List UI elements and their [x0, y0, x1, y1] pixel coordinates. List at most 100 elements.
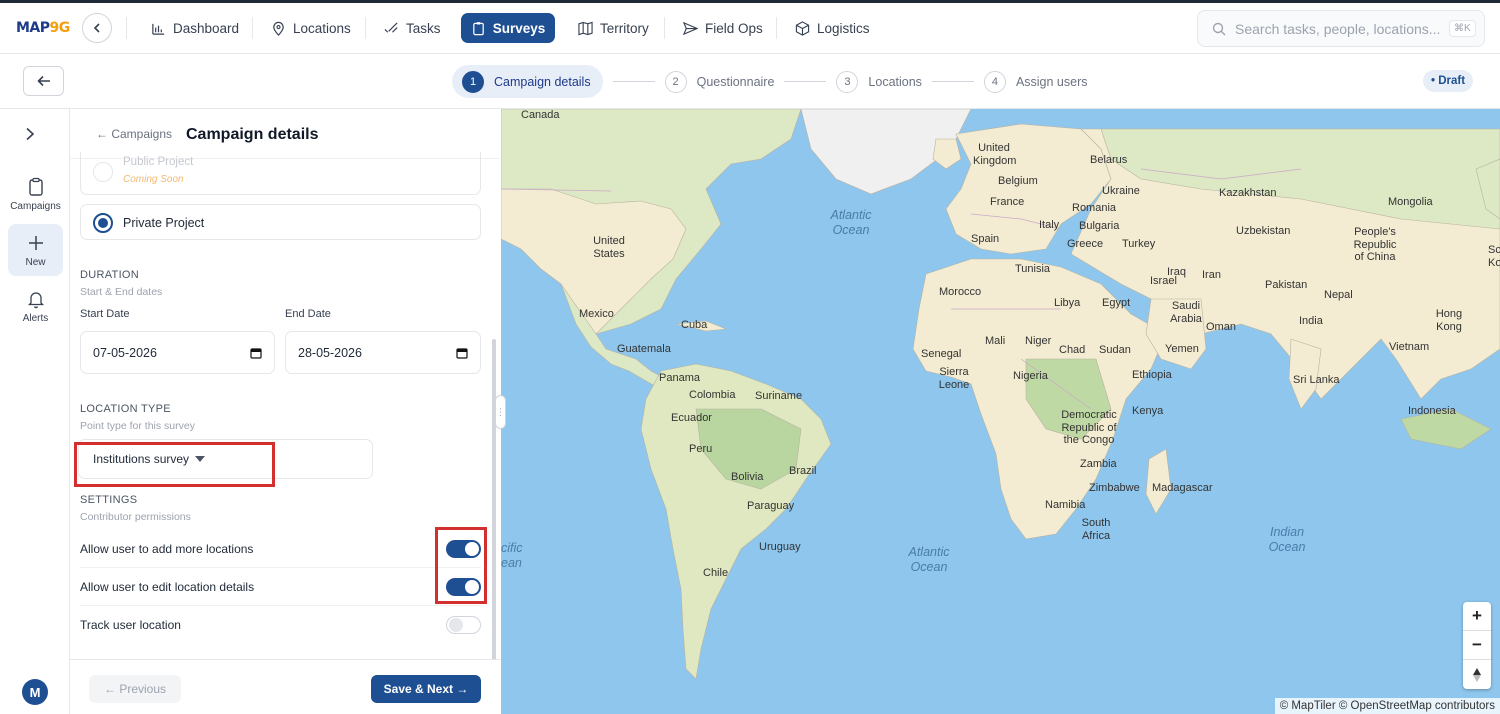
zoom-in-button[interactable]: + — [1463, 602, 1491, 631]
map-label: Ecuador — [671, 412, 712, 424]
map-label: Mali — [985, 335, 1006, 347]
nav-tasks[interactable]: Tasks — [376, 13, 449, 43]
ocean-label: cific ean — [501, 541, 523, 570]
map-label: Sierra Leone — [938, 366, 970, 391]
map-label: Israel — [1150, 275, 1177, 287]
rail-campaigns[interactable]: Campaigns — [8, 168, 63, 220]
map-label: Uzbekistan — [1236, 225, 1291, 237]
send-icon — [683, 21, 698, 35]
setting-label-track-location: Track user location — [80, 618, 181, 632]
map-label: Sudan — [1099, 344, 1131, 356]
map-icon — [578, 21, 593, 35]
map-label: Nigeria — [1013, 370, 1048, 382]
check-icon — [384, 21, 398, 33]
expand-rail-button[interactable] — [24, 127, 36, 146]
divider — [80, 567, 481, 568]
map-label: Niger — [1025, 335, 1052, 347]
campaign-form-panel: ← Campaigns Campaign details Public Proj… — [70, 109, 500, 714]
map-label: India — [1299, 315, 1323, 327]
toggle-track-location[interactable] — [446, 616, 481, 634]
duration-heading: DURATION — [80, 269, 140, 281]
world-map[interactable]: Canada United Kingdom Belarus Belgium Uk… — [501, 109, 1500, 714]
map-label: Colombia — [689, 389, 736, 401]
rail-new[interactable]: New — [8, 224, 63, 276]
map-label: Belarus — [1090, 154, 1128, 166]
map-attribution[interactable]: © MapTiler © OpenStreetMap contributors — [1274, 698, 1500, 714]
map-label: Nepal — [1324, 289, 1353, 301]
map-zoom-controls: + − — [1463, 602, 1491, 689]
nav-divider — [126, 17, 127, 39]
start-date-label: Start Date — [80, 308, 130, 320]
highlight-box-toggles — [435, 527, 487, 604]
global-search[interactable]: ⌘K — [1197, 10, 1485, 47]
private-project-option[interactable]: Private Project — [80, 204, 481, 240]
map-label: Chile — [703, 567, 729, 579]
start-date-field[interactable]: 07-05-2026 — [80, 331, 275, 374]
status-badge: • Draft — [1423, 70, 1474, 92]
step-campaign-details[interactable]: 1 Campaign details — [452, 65, 603, 98]
setting-label-edit-locations: Allow user to edit location details — [80, 580, 255, 594]
nav-territory[interactable]: Territory — [570, 13, 657, 43]
nav-locations[interactable]: Locations — [263, 13, 359, 43]
panel-resize-handle[interactable]: ⋮ — [495, 395, 506, 429]
location-type-subtitle: Point type for this survey — [80, 420, 195, 432]
map-label: Romania — [1072, 202, 1117, 214]
step-questionnaire[interactable]: 2 Questionnaire — [664, 65, 774, 98]
duration-subtitle: Start & End dates — [80, 286, 163, 298]
nav-surveys[interactable]: Surveys — [461, 13, 555, 43]
public-project-option[interactable]: Public Project Coming Soon — [80, 152, 481, 195]
calendar-icon[interactable] — [250, 347, 262, 359]
map-label: Panama — [659, 372, 700, 384]
search-input[interactable] — [1235, 20, 1440, 37]
map-label: Cuba — [681, 319, 708, 331]
map-label: Zimbabwe — [1089, 482, 1140, 494]
nav-dashboard[interactable]: Dashboard — [143, 13, 247, 43]
map-label: Iran — [1202, 269, 1221, 281]
bar-chart-icon — [152, 23, 165, 35]
settings-subtitle: Contributor permissions — [80, 511, 191, 523]
map-label: United Kingdom — [973, 142, 1017, 167]
nav-field-ops[interactable]: Field Ops — [675, 13, 771, 43]
panel-scrollbar[interactable] — [492, 339, 496, 664]
map-label: Uruguay — [759, 541, 801, 553]
zoom-out-button[interactable]: − — [1463, 631, 1491, 660]
map-label: Suriname — [755, 390, 803, 402]
app-logo[interactable]: MAP9G — [16, 20, 70, 36]
map-label: Peru — [689, 443, 713, 455]
back-to-campaigns-link[interactable]: ← Campaigns — [96, 127, 172, 141]
compass-reset-button[interactable] — [1463, 660, 1491, 689]
radio-button[interactable] — [93, 162, 113, 182]
end-date-field[interactable]: 28-05-2026 — [285, 331, 481, 374]
nav-divider — [365, 17, 366, 39]
back-button[interactable] — [23, 66, 64, 96]
map-label: Greece — [1067, 238, 1104, 250]
search-icon — [1212, 22, 1226, 35]
avatar[interactable]: M — [22, 679, 48, 705]
save-next-button[interactable]: Save & Next → — [371, 675, 481, 703]
map-label: Ukraine — [1102, 185, 1140, 197]
top-navbar: MAP9G Dashboard Locations Tasks Surveys … — [0, 0, 1500, 54]
map-label: Sri Lanka — [1293, 374, 1340, 386]
calendar-icon[interactable] — [456, 347, 468, 359]
nav-back-button[interactable] — [82, 13, 112, 43]
previous-button[interactable]: ← Previous — [89, 675, 181, 703]
map-label: People's Republic of China — [1353, 226, 1397, 264]
highlight-box-select — [74, 442, 275, 487]
map-label: Saudi Arabia — [1170, 300, 1202, 325]
nav-logistics[interactable]: Logistics — [787, 13, 878, 43]
plus-icon — [28, 235, 43, 250]
radio-button-selected[interactable] — [93, 213, 113, 233]
map-label: Turkey — [1122, 238, 1156, 250]
map-label: Italy — [1039, 219, 1060, 231]
step-assign-users[interactable]: 4 Assign users — [983, 65, 1088, 98]
box-icon — [795, 20, 810, 36]
map-label: Spain — [971, 233, 1000, 245]
map-label: Belgium — [998, 175, 1038, 187]
rail-alerts[interactable]: Alerts — [8, 280, 63, 332]
settings-heading: SETTINGS — [80, 494, 138, 506]
ocean-label: Atlantic Ocean — [908, 545, 950, 574]
map-label: South Africa — [1081, 517, 1111, 542]
chevron-right-icon — [26, 127, 35, 141]
divider — [80, 605, 481, 606]
step-locations[interactable]: 3 Locations — [836, 65, 922, 98]
